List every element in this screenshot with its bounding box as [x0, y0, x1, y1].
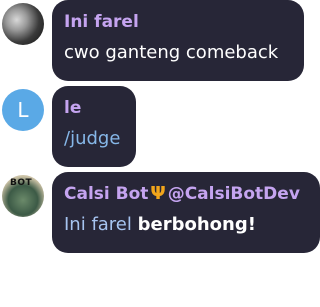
avatar-letter: L — [17, 98, 29, 122]
message-text-plain: Ini farel — [64, 214, 132, 235]
trident-icon: Ψ — [150, 183, 166, 204]
bot-avatar-label: BOT — [10, 178, 33, 188]
sender-handle[interactable]: @CalsiBotDev — [168, 184, 300, 204]
message-text: /judge — [64, 128, 121, 149]
avatar-calsi-bot[interactable]: BOT — [2, 175, 44, 217]
sender-line: Calsi Bot Ψ @CalsiBotDev — [64, 181, 308, 207]
message-text: Ini farel berbohong! — [64, 211, 308, 239]
avatar-le[interactable]: L — [2, 89, 44, 131]
avatar-ini-farel[interactable] — [2, 3, 44, 45]
sender-name[interactable]: Ini farel — [64, 9, 292, 35]
message-bubble: le /judge — [52, 86, 136, 167]
message-text: cwo ganteng comeback — [64, 42, 279, 63]
sender-name[interactable]: le — [64, 95, 124, 121]
sender-name[interactable]: Calsi Bot — [64, 184, 148, 204]
message-bubble: Ini farel cwo ganteng comeback — [52, 0, 304, 81]
message-text-bold: berbohong! — [137, 214, 256, 235]
message-bubble: Calsi Bot Ψ @CalsiBotDev Ini farel berboho… — [52, 172, 320, 253]
